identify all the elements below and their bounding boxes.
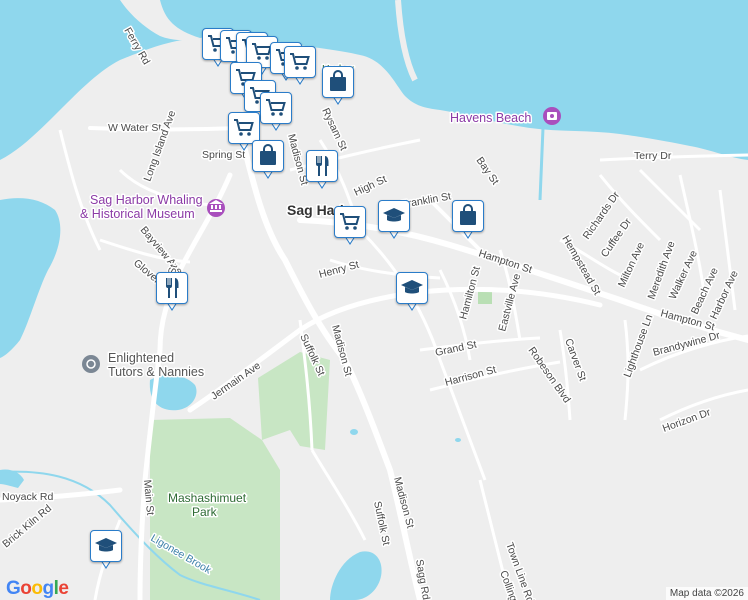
tutors-label-2[interactable]: Tutors & Nannies xyxy=(107,364,206,381)
map-marker-restaurant[interactable] xyxy=(306,150,338,192)
map-marker-cart[interactable] xyxy=(284,46,316,88)
cart-icon xyxy=(338,210,362,234)
map-marker-school[interactable] xyxy=(396,272,428,314)
bag-icon xyxy=(256,144,280,168)
google-logo[interactable]: Google xyxy=(6,578,69,600)
camera-icon[interactable] xyxy=(543,107,561,125)
pond-small xyxy=(350,429,358,435)
map-marker-bag[interactable] xyxy=(452,200,484,242)
street-w-water-st: W Water St xyxy=(108,122,161,134)
map-marker-bag[interactable] xyxy=(322,66,354,108)
school-icon xyxy=(400,276,424,300)
whaling-museum-label-1[interactable]: Sag Harbor Whaling xyxy=(89,192,205,209)
museum-icon[interactable] xyxy=(207,199,225,217)
havens-beach-label[interactable]: Havens Beach xyxy=(449,110,533,127)
map-canvas[interactable]: Ferry Rd W Water St Long Island Ave Spri… xyxy=(0,0,748,600)
whaling-museum-label-2[interactable]: & Historical Museum xyxy=(79,206,197,223)
restaurant-icon xyxy=(160,276,184,300)
cart-icon xyxy=(264,96,288,120)
cart-icon xyxy=(288,50,312,74)
restaurant-icon xyxy=(310,154,334,178)
map-marker-school[interactable] xyxy=(90,530,122,572)
map-marker-cart[interactable] xyxy=(260,92,292,134)
business-icon[interactable] xyxy=(82,355,100,373)
street-terry-dr: Terry Dr xyxy=(634,150,672,162)
map-marker-school[interactable] xyxy=(378,200,410,242)
park-label-2[interactable]: Park xyxy=(191,504,220,521)
map-marker-bag[interactable] xyxy=(252,140,284,182)
school-icon xyxy=(94,534,118,558)
cart-icon xyxy=(232,116,256,140)
bag-icon xyxy=(326,70,350,94)
map-marker-cart[interactable] xyxy=(334,206,366,248)
tutors-label-1[interactable]: Enlightened xyxy=(107,350,176,367)
pond-small-2 xyxy=(455,438,461,442)
school-icon xyxy=(382,204,406,228)
street-noyack-rd: Noyack Rd xyxy=(2,491,54,503)
map-marker-restaurant[interactable] xyxy=(156,272,188,314)
park-label-1[interactable]: Mashashimuet xyxy=(167,490,249,507)
map-attribution[interactable]: Map data ©2026 xyxy=(665,587,748,600)
bag-icon xyxy=(456,204,480,228)
